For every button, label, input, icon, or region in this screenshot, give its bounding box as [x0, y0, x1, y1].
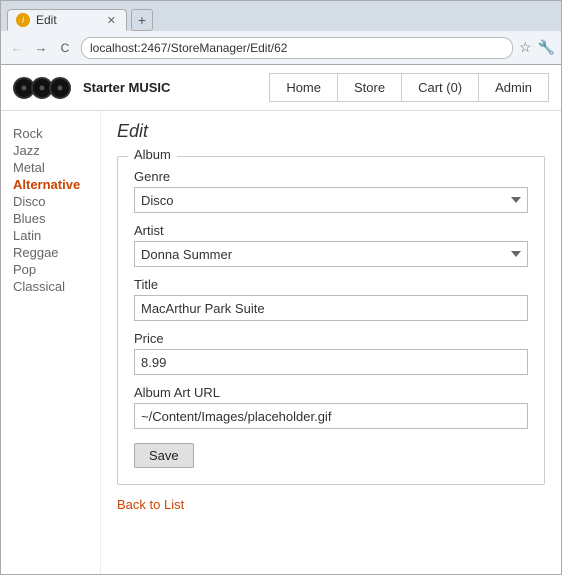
bookmark-star-icon[interactable]: ☆ [519, 39, 532, 56]
sidebar-item-disco[interactable]: Disco [13, 193, 88, 210]
browser-window: i Edit ✕ + ← → C ☆ 🔧 Starter MUSIC [0, 0, 562, 575]
site-logo: Starter MUSIC [13, 77, 170, 99]
logo-discs [13, 77, 71, 99]
title-label: Title [134, 277, 528, 292]
tab-close-button[interactable]: ✕ [107, 14, 116, 27]
nav-store[interactable]: Store [337, 73, 401, 102]
nav-home[interactable]: Home [269, 73, 337, 102]
tab-label: Edit [36, 13, 57, 27]
save-button[interactable]: Save [134, 443, 194, 468]
price-input[interactable] [134, 349, 528, 375]
art-url-label: Album Art URL [134, 385, 528, 400]
sidebar-item-jazz[interactable]: Jazz [13, 142, 88, 159]
nav-cart[interactable]: Cart (0) [401, 73, 478, 102]
back-to-list-link[interactable]: Back to List [117, 497, 545, 512]
address-input[interactable] [81, 37, 513, 59]
genre-select[interactable]: Disco Rock Jazz Metal Alternative Blues … [134, 187, 528, 213]
content-area: Edit Album Genre Disco Rock Jazz Metal A… [101, 111, 561, 574]
nav-links: Home Store Cart (0) Admin [269, 73, 549, 102]
forward-button[interactable]: → [31, 38, 51, 58]
tab-favicon: i [16, 13, 30, 27]
title-input[interactable] [134, 295, 528, 321]
sidebar-item-alternative[interactable]: Alternative [13, 176, 88, 193]
sidebar-item-latin[interactable]: Latin [13, 227, 88, 244]
back-button[interactable]: ← [7, 38, 27, 58]
top-nav: Starter MUSIC Home Store Cart (0) Admin [1, 65, 561, 111]
art-url-group: Album Art URL [134, 385, 528, 429]
album-form-box: Album Genre Disco Rock Jazz Metal Altern… [117, 156, 545, 485]
address-bar: ← → C ☆ 🔧 [1, 31, 561, 65]
tab-bar: i Edit ✕ + [1, 1, 561, 31]
site-title: Starter MUSIC [83, 80, 170, 95]
wrench-icon[interactable]: 🔧 [538, 39, 555, 56]
artist-select[interactable]: Donna Summer Led Zeppelin AC/DC [134, 241, 528, 267]
album-legend: Album [128, 147, 177, 162]
nav-admin[interactable]: Admin [478, 73, 549, 102]
page-heading: Edit [117, 121, 545, 142]
artist-group: Artist Donna Summer Led Zeppelin AC/DC [134, 223, 528, 267]
page-content: Starter MUSIC Home Store Cart (0) Admin … [1, 65, 561, 574]
title-group: Title [134, 277, 528, 321]
sidebar-item-classical[interactable]: Classical [13, 278, 88, 295]
sidebar-item-rock[interactable]: Rock [13, 125, 88, 142]
artist-label: Artist [134, 223, 528, 238]
disc-3 [49, 77, 71, 99]
sidebar-item-blues[interactable]: Blues [13, 210, 88, 227]
sidebar-item-reggae[interactable]: Reggae [13, 244, 88, 261]
art-url-input[interactable] [134, 403, 528, 429]
sidebar-item-metal[interactable]: Metal [13, 159, 88, 176]
sidebar: Rock Jazz Metal Alternative Disco Blues … [1, 111, 101, 574]
price-label: Price [134, 331, 528, 346]
new-tab-button[interactable]: + [131, 9, 153, 31]
active-tab[interactable]: i Edit ✕ [7, 9, 127, 31]
genre-group: Genre Disco Rock Jazz Metal Alternative … [134, 169, 528, 213]
main-layout: Rock Jazz Metal Alternative Disco Blues … [1, 111, 561, 574]
sidebar-item-pop[interactable]: Pop [13, 261, 88, 278]
price-group: Price [134, 331, 528, 375]
refresh-button[interactable]: C [55, 38, 75, 58]
genre-label: Genre [134, 169, 528, 184]
